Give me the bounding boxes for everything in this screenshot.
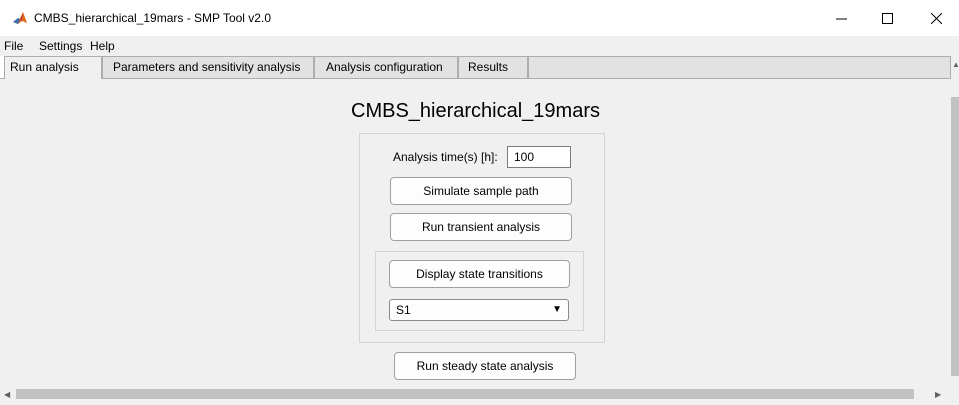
menu-settings[interactable]: Settings <box>39 38 82 54</box>
horizontal-scroll-thumb[interactable] <box>16 389 914 399</box>
tab-parameters[interactable]: Parameters and sensitivity analysis <box>102 56 314 78</box>
maximize-icon <box>881 12 893 24</box>
analysis-time-label: Analysis time(s) [h]: <box>393 150 498 164</box>
tab-run-analysis[interactable]: Run analysis <box>4 56 102 79</box>
simulate-sample-path-button[interactable]: Simulate sample path <box>390 177 572 205</box>
window-title: CMBS_hierarchical_19mars - SMP Tool v2.0 <box>34 11 271 25</box>
scroll-right-icon[interactable]: ▶ <box>935 390 941 399</box>
display-state-transitions-button[interactable]: Display state transitions <box>389 260 570 288</box>
page-title: CMBS_hierarchical_19mars <box>351 100 600 122</box>
minimize-icon <box>835 18 847 19</box>
run-transient-analysis-button[interactable]: Run transient analysis <box>390 213 572 241</box>
menu-help[interactable]: Help <box>90 38 115 54</box>
state-select[interactable]: S1 ▼ <box>389 299 569 321</box>
tab-strip-filler <box>528 56 951 78</box>
close-button[interactable] <box>913 0 959 36</box>
matlab-icon <box>12 10 28 26</box>
scroll-left-icon[interactable]: ◀ <box>4 390 10 399</box>
maximize-button[interactable] <box>864 0 910 36</box>
title-bar: CMBS_hierarchical_19mars - SMP Tool v2.0 <box>0 0 959 36</box>
vertical-scroll-thumb[interactable] <box>951 97 959 376</box>
minimize-button[interactable] <box>818 0 864 36</box>
menu-file[interactable]: File <box>4 38 23 54</box>
tab-results[interactable]: Results <box>458 56 528 78</box>
scroll-up-icon[interactable]: ▲ <box>952 60 959 69</box>
analysis-time-input[interactable]: 100 <box>507 146 571 168</box>
close-icon <box>930 12 942 24</box>
menu-bar: File Settings Help <box>0 36 959 57</box>
dropdown-arrow-icon: ▼ <box>552 304 562 315</box>
run-steady-state-analysis-button[interactable]: Run steady state analysis <box>394 352 576 380</box>
tab-bar: Run analysis Parameters and sensitivity … <box>0 56 959 79</box>
tab-analysis-configuration[interactable]: Analysis configuration <box>314 56 458 78</box>
state-select-value: S1 <box>396 303 411 317</box>
